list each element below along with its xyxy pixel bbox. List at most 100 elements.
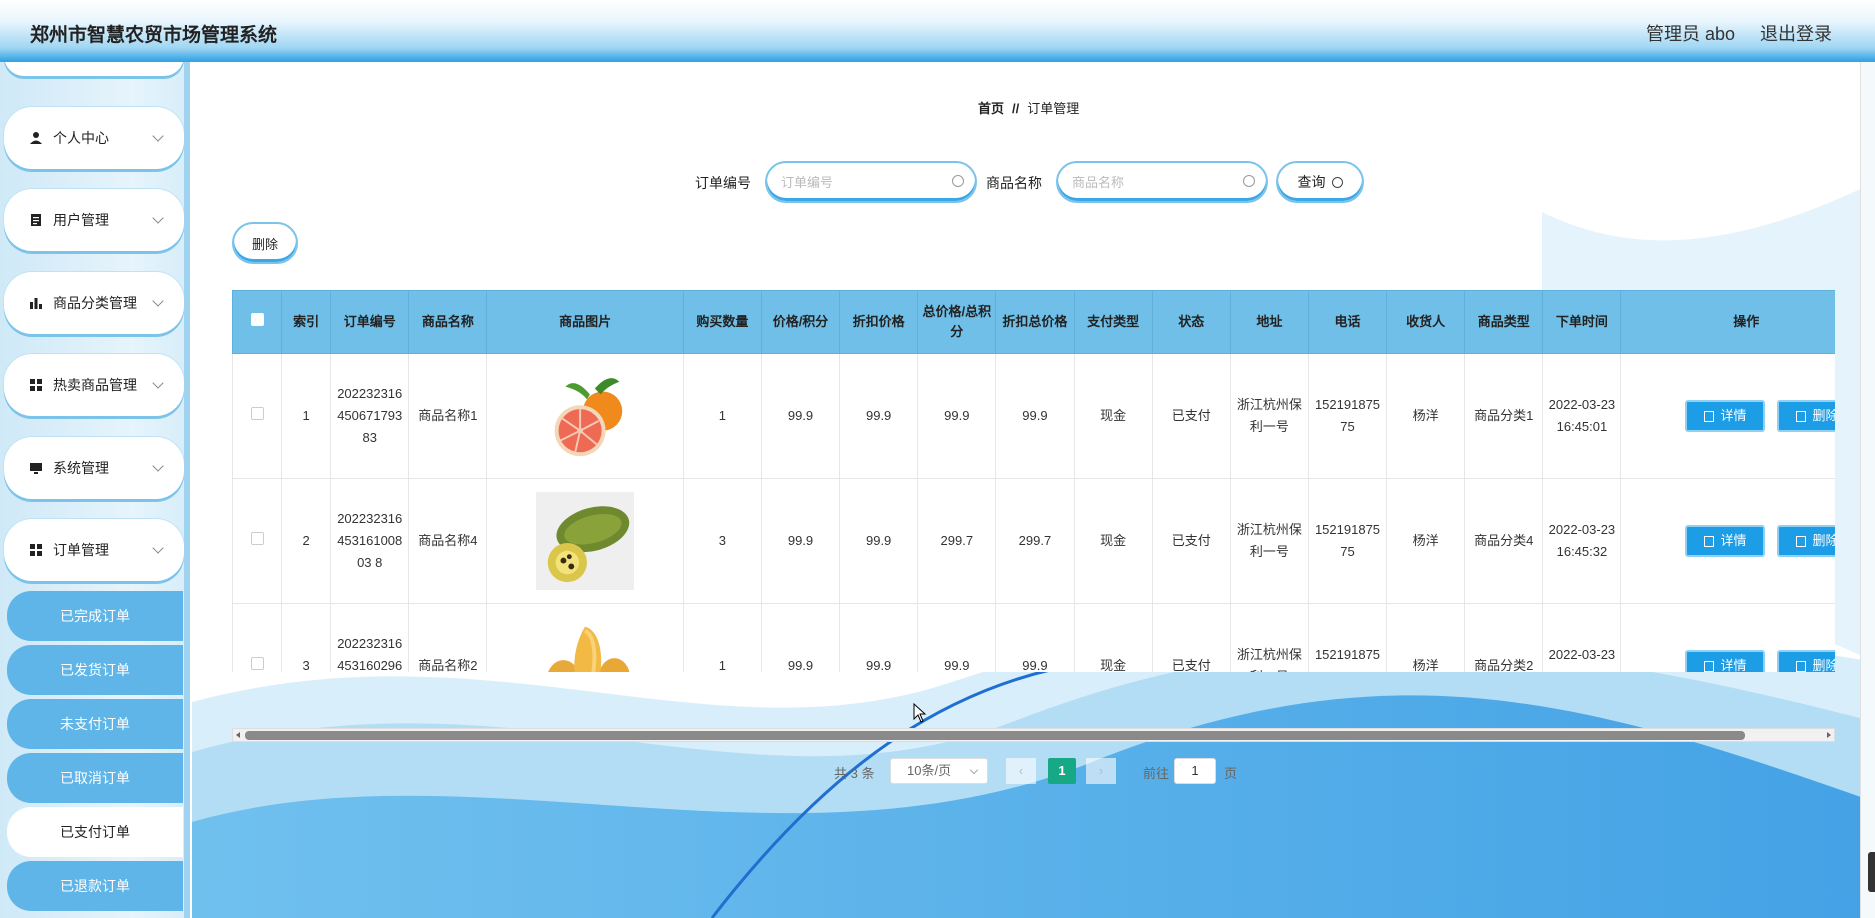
pagination-total: 共 3 条 xyxy=(834,766,875,781)
column-header: 购买数量 xyxy=(682,290,762,354)
table-row: 3 20223231645316029653 3 商品名称2 1 99.9 xyxy=(232,603,1835,672)
table-header-row: 索引 订单编号 商品名称 商品图片 购买数量 价格/积分 折扣价格 总价格/总积… xyxy=(232,290,1835,354)
scroll-left-arrow-icon[interactable] xyxy=(236,732,240,738)
row-delete-button[interactable]: 删除 xyxy=(1777,525,1835,557)
row-checkbox[interactable] xyxy=(250,532,264,545)
cell-discount-price: 99.9 xyxy=(839,353,919,479)
logout-link[interactable]: 退出登录 xyxy=(1760,20,1832,46)
table-horizontal-scrollbar[interactable] xyxy=(232,728,1835,742)
product-image-green-fruit xyxy=(536,492,635,590)
row-checkbox-cell[interactable] xyxy=(232,353,283,479)
row-checkbox-cell[interactable] xyxy=(232,603,283,672)
page-size-select[interactable]: 10条/页 xyxy=(890,758,988,784)
sidebar-subitem-paid-orders[interactable]: 已支付订单 xyxy=(7,807,183,857)
cell-discount-total: 299.7 xyxy=(995,478,1075,604)
scroll-right-arrow-icon[interactable] xyxy=(1827,732,1831,738)
product-name-input[interactable] xyxy=(1056,161,1268,203)
breadcrumb-home[interactable]: 首页 xyxy=(978,101,1004,116)
cell-discount-total: 99.9 xyxy=(995,603,1075,672)
page-number-current[interactable]: 1 xyxy=(1048,758,1076,784)
admin-user-label: 管理员 abo xyxy=(1646,24,1736,44)
sidebar-subitem-cancelled-orders[interactable]: 已取消订单 xyxy=(7,753,183,803)
cell-discount-total: 99.9 xyxy=(995,353,1075,479)
cell-category: 商品分类2 xyxy=(1464,603,1544,672)
scrollbar-thumb[interactable] xyxy=(245,731,1745,740)
sidebar-item-user-management[interactable]: 用户管理 xyxy=(4,189,184,251)
table-row: 2 20223231645316100803 8 商品名称4 3 99.9 99… xyxy=(232,478,1835,604)
breadcrumb-separator: // xyxy=(1012,101,1020,116)
column-header: 商品类型 xyxy=(1464,290,1544,354)
query-button[interactable]: 查询 xyxy=(1276,161,1364,203)
detail-button[interactable]: 详情 xyxy=(1685,650,1766,672)
row-delete-button[interactable]: 删除 xyxy=(1777,650,1835,672)
main-content: 首页 // 订单管理 订单编号 商品名称 查询 删除 索引 订单编号 商品名称 xyxy=(192,62,1875,918)
sidebar-item-label: 系统管理 xyxy=(53,460,109,476)
cell-total: 99.9 xyxy=(917,353,997,479)
page-right-scrollbar[interactable] xyxy=(1860,62,1875,918)
trash-icon xyxy=(1796,410,1807,422)
row-checkbox[interactable] xyxy=(250,407,264,420)
column-header: 商品图片 xyxy=(486,290,684,354)
document-icon xyxy=(29,213,43,227)
sidebar-subitem-shipped-orders[interactable]: 已发货订单 xyxy=(7,645,183,695)
goto-label: 前往 xyxy=(1143,766,1170,781)
cell-status: 已支付 xyxy=(1151,603,1231,672)
order-no-input[interactable] xyxy=(765,161,977,203)
row-delete-label: 删除 xyxy=(1812,408,1835,423)
search-icon xyxy=(952,175,964,187)
cell-price: 99.9 xyxy=(760,353,841,479)
sidebar-item-order-management[interactable]: 订单管理 xyxy=(4,519,184,581)
search-icon xyxy=(1331,176,1343,188)
cell-order-no: 20223231645316029653 3 xyxy=(330,603,410,672)
column-header: 价格/积分 xyxy=(760,290,841,354)
cell-qty: 1 xyxy=(682,603,762,672)
sidebar-subitem-refunded-orders[interactable]: 已退款订单 xyxy=(7,861,183,911)
cell-pay-type: 现金 xyxy=(1073,603,1153,672)
select-all-checkbox[interactable] xyxy=(250,313,264,326)
row-delete-label: 删除 xyxy=(1812,533,1835,548)
sidebar-item-category-management[interactable]: 商品分类管理 xyxy=(4,272,184,334)
cell-index: 2 xyxy=(281,478,332,604)
sidebar-subitem-completed-orders[interactable]: 已完成订单 xyxy=(7,591,183,641)
cell-time: 2022-03-23 16:45:01 xyxy=(1542,353,1622,479)
sidebar-item-label: 个人中心 xyxy=(53,130,109,146)
select-all-cell[interactable] xyxy=(232,290,283,354)
bar-chart-icon xyxy=(29,296,43,310)
cell-phone: 15219187575 xyxy=(1307,353,1388,479)
column-header: 索引 xyxy=(281,290,332,354)
row-delete-button[interactable]: 删除 xyxy=(1777,400,1835,432)
cell-product-image xyxy=(486,478,684,604)
row-checkbox[interactable] xyxy=(250,657,264,670)
detail-button[interactable]: 详情 xyxy=(1685,400,1766,432)
sidebar-item-personal-center[interactable]: 个人中心 xyxy=(4,107,184,169)
cell-category: 商品分类4 xyxy=(1464,478,1544,604)
edge-handle[interactable] xyxy=(1868,852,1875,892)
cell-receiver: 杨洋 xyxy=(1386,353,1466,479)
next-page-button[interactable]: › xyxy=(1086,758,1116,784)
cell-product-name: 商品名称1 xyxy=(408,353,488,479)
cell-actions: 详情 删除 xyxy=(1620,603,1835,672)
column-header: 下单时间 xyxy=(1542,290,1622,354)
document-icon xyxy=(1704,660,1715,672)
sidebar-item-system-management[interactable]: 系统管理 xyxy=(4,437,184,499)
sidebar-item-label: 用户管理 xyxy=(53,212,109,228)
prev-page-button[interactable]: ‹ xyxy=(1006,758,1036,784)
detail-button[interactable]: 详情 xyxy=(1685,525,1766,557)
cell-price: 99.9 xyxy=(760,603,841,672)
sidebar-subitem-unpaid-orders[interactable]: 未支付订单 xyxy=(7,699,183,749)
column-header: 地址 xyxy=(1229,290,1309,354)
goto-page-input[interactable]: 1 xyxy=(1174,758,1216,784)
chevron-down-icon xyxy=(152,460,164,472)
mouse-cursor-icon xyxy=(913,703,927,723)
batch-delete-button[interactable]: 删除 xyxy=(232,222,298,264)
sidebar-scrollbar[interactable] xyxy=(184,62,190,918)
cell-address: 浙江杭州保利一号 xyxy=(1229,603,1309,672)
sidebar-item-hot-products[interactable]: 热卖商品管理 xyxy=(4,354,184,416)
cell-product-image xyxy=(486,603,684,672)
cell-total: 99.9 xyxy=(917,603,997,672)
sidebar-item-label: 订单管理 xyxy=(53,542,109,558)
cell-actions: 详情 删除 xyxy=(1620,353,1835,479)
search-icon xyxy=(1243,175,1255,187)
detail-button-label: 详情 xyxy=(1720,408,1747,423)
row-checkbox-cell[interactable] xyxy=(232,478,283,604)
